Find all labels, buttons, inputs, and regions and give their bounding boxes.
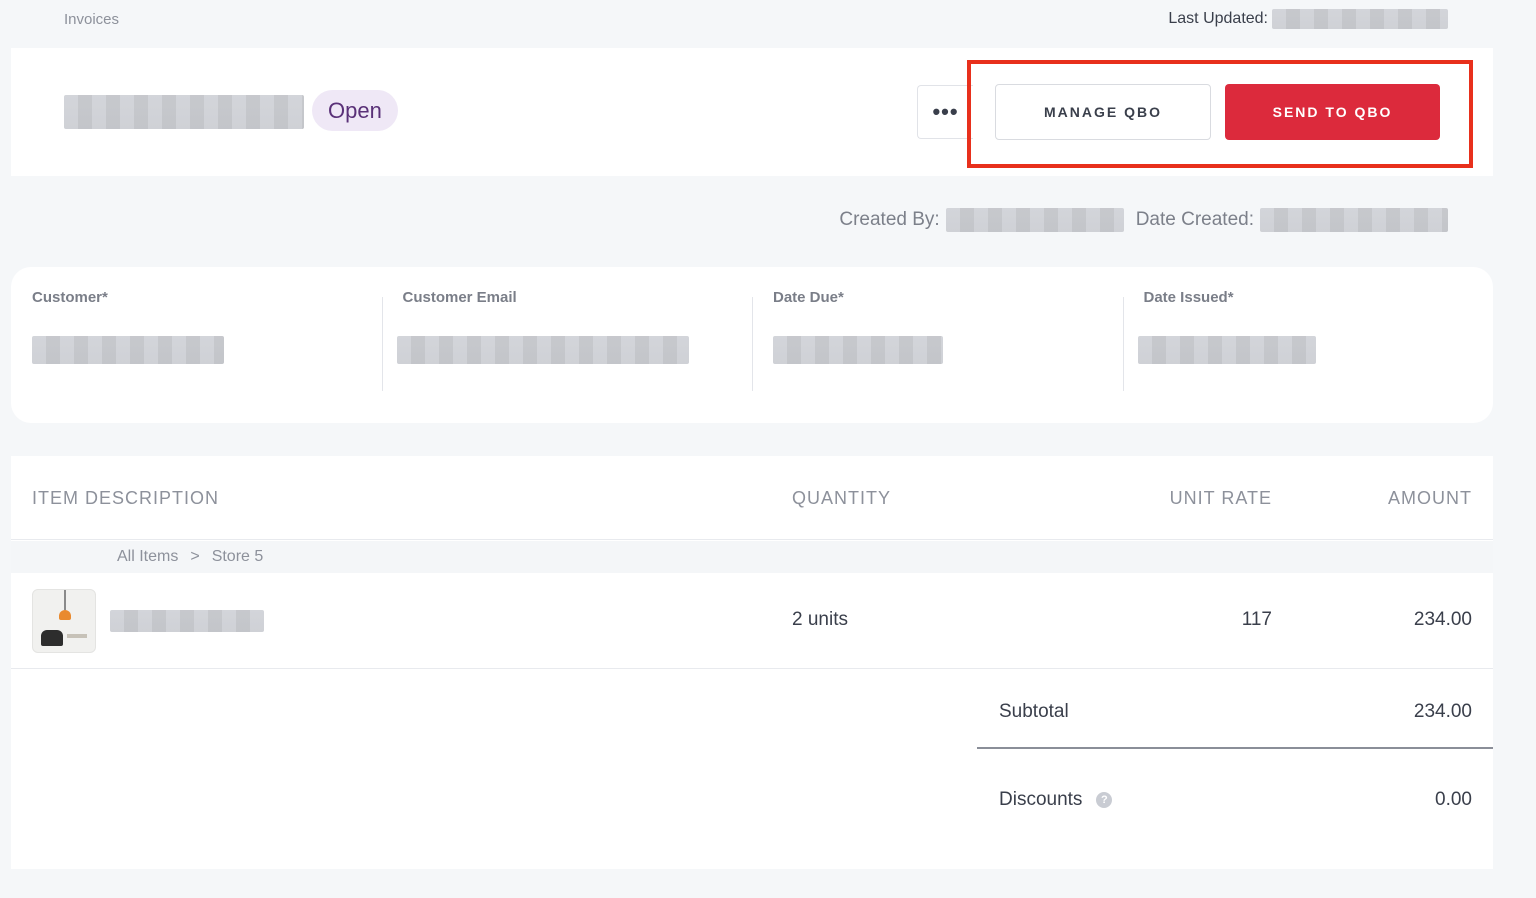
customer-card: Customer* Customer Email Date Due* Date … [11,267,1493,423]
date-issued-field[interactable]: Date Issued* [1122,267,1494,423]
customer-email-value[interactable] [396,336,689,364]
last-updated: Last Updated: [1168,9,1448,29]
column-header-description: ITEM DESCRIPTION [32,488,220,508]
date-due-value[interactable] [773,336,943,364]
subtotal-label: Subtotal [999,701,1069,722]
item-breadcrumb-current: Store 5 [211,548,264,565]
last-updated-value [1272,9,1448,29]
subtotal-value: 234.00 [1413,701,1472,722]
column-header-amount: AMOUNT [1388,488,1472,508]
customer-email-field[interactable]: Customer Email [381,267,753,423]
date-issued-value[interactable] [1137,336,1316,364]
discounts-row: Discounts ? 0.00 [977,751,1493,841]
item-quantity: 2 units [792,609,848,630]
date-due-field[interactable]: Date Due* [752,267,1123,423]
item-thumbnail [32,589,96,653]
invoice-header: Open ••• MANAGE QBO SEND TO QBO [11,48,1493,176]
breadcrumb[interactable]: Invoices [64,11,119,28]
date-issued-label: Date Issued* [1143,289,1234,306]
created-info: Created By: Date Created: [839,208,1448,232]
items-card: ITEM DESCRIPTION QUANTITY UNIT RATE AMOU… [11,456,1493,869]
send-to-qbo-button[interactable]: SEND TO QBO [1225,84,1440,140]
invoice-title [64,95,304,129]
column-header-unit-rate: UNIT RATE [1169,488,1272,508]
more-options-button[interactable]: ••• [917,85,973,139]
item-breadcrumb-root[interactable]: All Items [117,548,178,566]
status-badge: Open [312,90,398,131]
date-created-label: Date Created: [1135,209,1254,230]
date-created-value [1260,208,1448,232]
customer-label: Customer* [32,289,108,306]
column-header-quantity: QUANTITY [792,488,892,508]
subtotal-row: Subtotal 234.00 [977,669,1493,749]
created-by-value [945,208,1124,232]
manage-qbo-button[interactable]: MANAGE QBO [995,84,1211,140]
customer-email-label: Customer Email [402,289,517,306]
table-header: ITEM DESCRIPTION QUANTITY UNIT RATE AMOU… [11,456,1493,540]
customer-field[interactable]: Customer* [11,267,382,423]
table-row[interactable]: 2 units 117 234.00 [11,573,1493,669]
item-amount: 234.00 [1413,609,1472,630]
date-due-label: Date Due* [773,289,844,306]
discounts-label: Discounts ? [999,789,1113,811]
help-icon[interactable]: ? [1096,792,1113,808]
item-breadcrumb: All Items > Store 5 [11,541,1493,573]
customer-value[interactable] [32,336,224,364]
item-name [110,610,264,632]
item-unit-rate: 117 [1241,609,1272,630]
created-by-label: Created By: [839,209,940,230]
discounts-value: 0.00 [1435,789,1472,810]
last-updated-label: Last Updated: [1168,10,1268,27]
chevron-right-icon: > [190,548,200,565]
